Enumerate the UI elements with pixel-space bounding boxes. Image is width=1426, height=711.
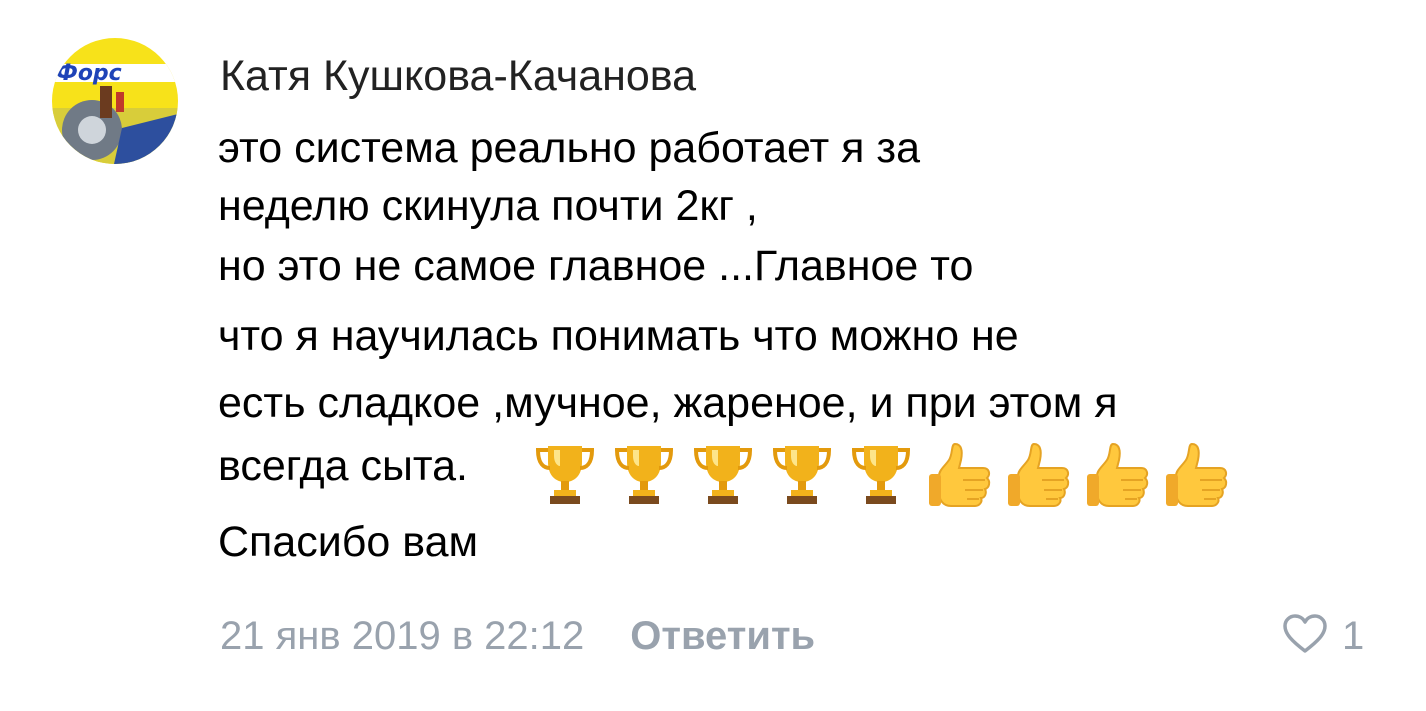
like-button[interactable]: 1 bbox=[1282, 610, 1364, 662]
author-name[interactable]: Катя Кушкова-Качанова bbox=[220, 50, 696, 102]
comment-text-line: неделю скинула почти 2кг , bbox=[218, 182, 758, 230]
like-count: 1 bbox=[1342, 613, 1365, 658]
thumbs-up-icon bbox=[1162, 438, 1232, 508]
comment-text-line: что я научилась понимать что можно не bbox=[218, 312, 1019, 360]
emoji-row bbox=[530, 436, 1241, 510]
heart-icon bbox=[1282, 613, 1328, 660]
comment-date: 21 янв 2019 в 22:12 bbox=[220, 613, 585, 658]
comment: Форс Катя Кушкова-Качанова это система р… bbox=[0, 0, 1426, 711]
trophy-icon bbox=[767, 438, 837, 508]
trophy-icon bbox=[530, 438, 600, 508]
trophy-icon bbox=[846, 438, 916, 508]
thumbs-up-icon bbox=[1083, 438, 1153, 508]
avatar-logo-text: Форс bbox=[56, 61, 122, 86]
comment-text-line: но это не самое главное ...Главное то bbox=[218, 242, 974, 290]
comment-text-line: Спасибо вам bbox=[218, 518, 479, 566]
comment-text-line: есть сладкое ,мучное, жареное, и при это… bbox=[218, 379, 1118, 427]
avatar[interactable]: Форс bbox=[52, 38, 178, 164]
comment-text-line: это система реально работает я за bbox=[218, 124, 921, 172]
thumbs-up-icon bbox=[1004, 438, 1074, 508]
thumbs-up-icon bbox=[925, 438, 995, 508]
trophy-icon bbox=[609, 438, 679, 508]
comment-text-line: всегда сыта. bbox=[218, 442, 468, 490]
trophy-icon bbox=[688, 438, 758, 508]
comment-footer: 21 янв 2019 в 22:12 Ответить bbox=[220, 610, 815, 662]
reply-button[interactable]: Ответить bbox=[630, 614, 815, 659]
